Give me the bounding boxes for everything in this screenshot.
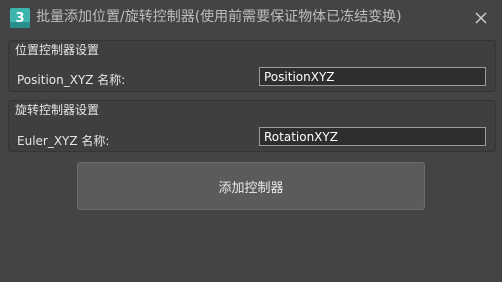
rotation-controller-group: 旋转控制器设置 Euler_XYZ 名称: (8, 100, 496, 152)
app-logo-icon: 3 (10, 8, 30, 28)
close-button[interactable] (468, 6, 494, 30)
rotation-name-label: Euler_XYZ 名称: (17, 134, 110, 148)
rotation-name-input[interactable] (259, 127, 486, 146)
add-controller-button[interactable]: 添加控制器 (77, 162, 425, 210)
svg-text:3: 3 (15, 11, 24, 26)
close-icon (475, 12, 487, 24)
position-name-label: Position_XYZ 名称: (17, 73, 126, 87)
window-title: 批量添加位置/旋转控制器(使用前需要保证物体已冻结变换) (36, 9, 402, 25)
position-controller-group: 位置控制器设置 Position_XYZ 名称: (8, 40, 496, 92)
rotation-group-title: 旋转控制器设置 (15, 103, 100, 117)
title-bar: 3 批量添加位置/旋转控制器(使用前需要保证物体已冻结变换) (0, 0, 502, 36)
position-name-input[interactable] (259, 67, 486, 86)
position-group-title: 位置控制器设置 (15, 43, 100, 57)
